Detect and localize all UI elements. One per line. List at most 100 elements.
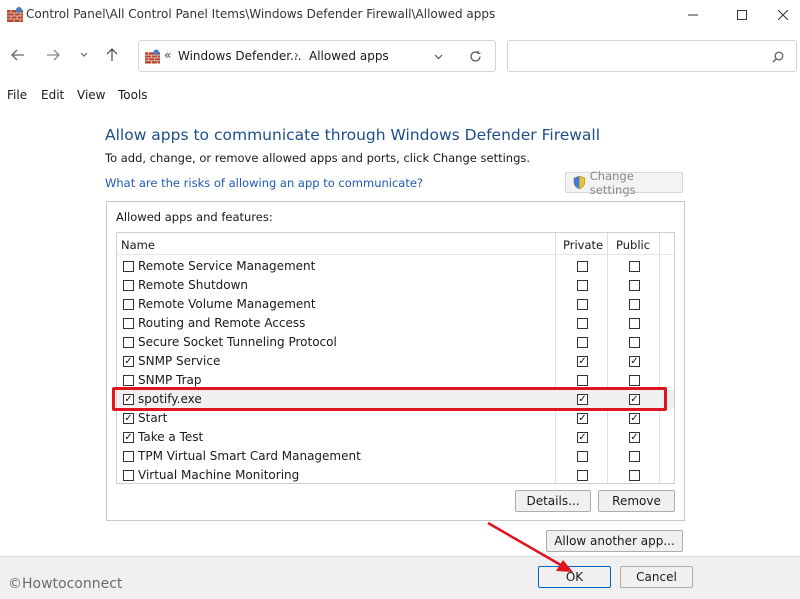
private-checkbox[interactable]	[577, 261, 588, 272]
public-checkbox[interactable]: ✓	[629, 356, 640, 367]
private-checkbox[interactable]	[577, 451, 588, 462]
list-item[interactable]: ✓ Start ✓ ✓	[117, 409, 674, 428]
public-checkbox[interactable]: ✓	[629, 432, 640, 443]
firewall-icon	[145, 49, 160, 64]
public-checkbox[interactable]	[629, 299, 640, 310]
list-item[interactable]: Remote Service Management	[117, 257, 674, 276]
app-enabled-checkbox[interactable]	[123, 337, 134, 348]
address-bar[interactable]: « Windows Defender... › Allowed apps	[138, 40, 496, 72]
app-name: Remote Shutdown	[138, 278, 249, 292]
allowed-apps-label: Allowed apps and features:	[116, 210, 273, 224]
app-enabled-checkbox[interactable]: ✓	[123, 413, 134, 424]
instruction-text: To add, change, or remove allowed apps a…	[105, 151, 531, 165]
public-checkbox[interactable]	[629, 451, 640, 462]
shield-icon	[573, 175, 586, 190]
public-checkbox[interactable]: ✓	[629, 413, 640, 424]
private-checkbox[interactable]	[577, 299, 588, 310]
breadcrumb-allowed-apps[interactable]: Allowed apps	[309, 49, 389, 63]
public-checkbox[interactable]	[629, 375, 640, 386]
ok-button[interactable]: OK	[538, 566, 611, 588]
private-checkbox[interactable]	[577, 337, 588, 348]
private-checkbox[interactable]	[577, 375, 588, 386]
app-name: SNMP Service	[138, 354, 221, 368]
minimize-icon	[688, 14, 698, 16]
app-enabled-checkbox[interactable]	[123, 375, 134, 386]
private-checkbox[interactable]: ✓	[577, 432, 588, 443]
list-item[interactable]: Remote Shutdown	[117, 276, 674, 295]
app-enabled-checkbox[interactable]	[123, 451, 134, 462]
menu-view[interactable]: View	[77, 88, 105, 102]
page-title: Allow apps to communicate through Window…	[105, 126, 601, 144]
back-button[interactable]	[7, 44, 29, 66]
forward-button[interactable]	[42, 44, 64, 66]
private-checkbox[interactable]: ✓	[577, 356, 588, 367]
menu-tools[interactable]: Tools	[118, 88, 148, 102]
app-enabled-checkbox[interactable]	[123, 280, 134, 291]
close-icon	[778, 10, 788, 20]
window-title: Control Panel\All Control Panel Items\Wi…	[26, 7, 496, 21]
app-enabled-checkbox[interactable]	[123, 318, 134, 329]
private-checkbox[interactable]	[577, 318, 588, 329]
close-button[interactable]	[760, 0, 800, 30]
breadcrumb-overflow[interactable]: «	[164, 48, 171, 62]
change-settings-label: Change settings	[589, 168, 636, 197]
private-checkbox[interactable]: ✓	[577, 413, 588, 424]
app-name: Secure Socket Tunneling Protocol	[138, 335, 337, 349]
list-item[interactable]: Secure Socket Tunneling Protocol	[117, 333, 674, 352]
column-private[interactable]: Private	[563, 238, 603, 252]
column-name[interactable]: Name	[121, 238, 155, 252]
allow-another-app-button[interactable]: Allow another app...	[546, 530, 683, 552]
list-item[interactable]: Remote Volume Management	[117, 295, 674, 314]
menu-file[interactable]: File	[7, 88, 27, 102]
app-enabled-checkbox[interactable]: ✓	[123, 356, 134, 367]
app-name: SNMP Trap	[138, 373, 202, 387]
public-checkbox[interactable]	[629, 337, 640, 348]
arrow-up-icon	[106, 48, 118, 61]
refresh-icon[interactable]	[469, 50, 482, 63]
cancel-button[interactable]: Cancel	[620, 566, 693, 588]
app-enabled-checkbox[interactable]	[123, 470, 134, 481]
watermark: ©Howtoconnect	[8, 576, 123, 592]
list-item[interactable]: ✓ SNMP Service ✓ ✓	[117, 352, 674, 371]
list-item[interactable]: Virtual Machine Monitoring	[117, 466, 674, 483]
allowed-apps-list[interactable]: Name Private Public Remote Service Manag…	[116, 232, 675, 484]
breadcrumb-windows-defender[interactable]: Windows Defender...	[178, 49, 302, 63]
private-checkbox[interactable]	[577, 470, 588, 481]
app-name: Remote Volume Management	[138, 297, 316, 311]
app-name: Start	[138, 411, 168, 425]
search-input[interactable]	[507, 40, 797, 72]
chevron-down-icon	[80, 52, 88, 57]
list-item[interactable]: TPM Virtual Smart Card Management	[117, 447, 674, 466]
public-checkbox[interactable]	[629, 261, 640, 272]
chevron-down-icon[interactable]	[434, 54, 443, 60]
private-checkbox[interactable]	[577, 280, 588, 291]
arrow-left-icon	[11, 49, 24, 61]
search-icon	[772, 51, 784, 63]
maximize-button[interactable]	[719, 0, 765, 30]
menu-edit[interactable]: Edit	[41, 88, 64, 102]
details-button[interactable]: Details...	[515, 490, 591, 512]
arrow-right-icon	[47, 49, 60, 61]
app-enabled-checkbox[interactable]	[123, 261, 134, 272]
app-name: Virtual Machine Monitoring	[138, 468, 300, 482]
title-bar: Control Panel\All Control Panel Items\Wi…	[0, 0, 800, 30]
public-checkbox[interactable]	[629, 318, 640, 329]
public-checkbox[interactable]	[629, 470, 640, 481]
change-settings-button[interactable]: Change settings	[565, 169, 683, 197]
breadcrumb-separator[interactable]: ›	[294, 48, 299, 62]
public-checkbox[interactable]	[629, 280, 640, 291]
risks-link[interactable]: What are the risks of allowing an app to…	[105, 176, 423, 190]
app-name: TPM Virtual Smart Card Management	[138, 449, 361, 463]
list-header: Name Private Public	[117, 233, 674, 255]
list-item[interactable]: ✓ Take a Test ✓ ✓	[117, 428, 674, 447]
column-public[interactable]: Public	[616, 238, 650, 252]
app-name: Remote Service Management	[138, 259, 316, 273]
app-name: Routing and Remote Access	[138, 316, 306, 330]
list-item[interactable]: Routing and Remote Access	[117, 314, 674, 333]
remove-button[interactable]: Remove	[598, 490, 675, 512]
app-enabled-checkbox[interactable]: ✓	[123, 432, 134, 443]
app-enabled-checkbox[interactable]	[123, 299, 134, 310]
recent-locations-button[interactable]	[73, 44, 95, 66]
minimize-button[interactable]	[670, 0, 716, 30]
up-button[interactable]	[101, 44, 123, 66]
